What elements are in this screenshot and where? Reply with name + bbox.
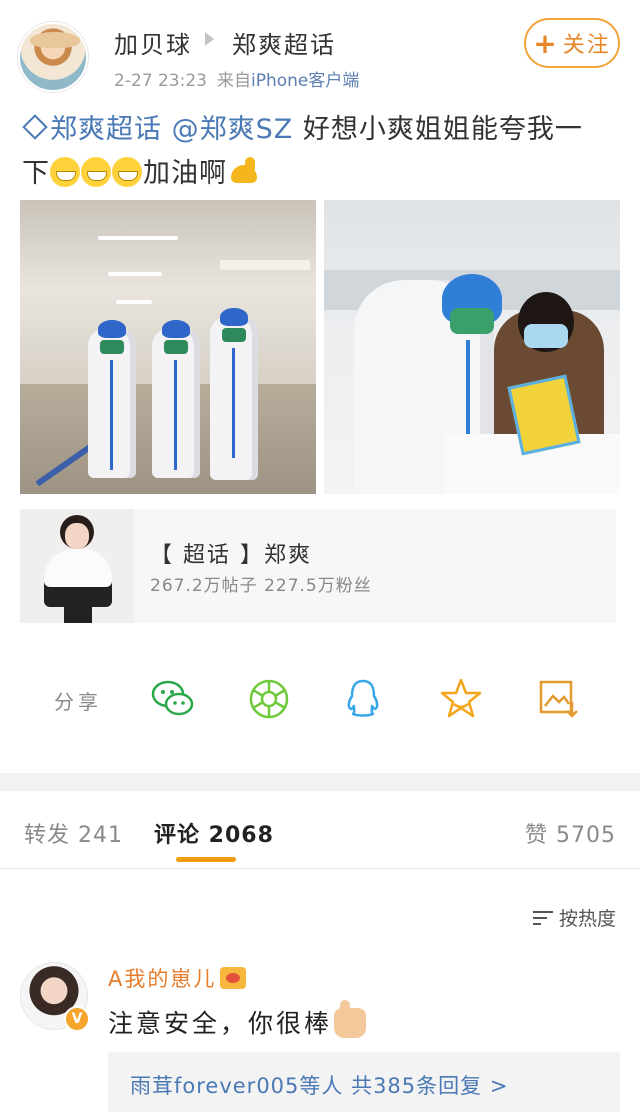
post-body-line1: 好想小爽姐姐能夸我一: [293, 114, 583, 145]
post-source-device: iPhone客户端: [250, 71, 360, 91]
commenter-name-text: A我的崽儿: [108, 967, 217, 991]
post-text: 郑爽超话 @郑爽SZ 好想小爽姐姐能夸我一 下 加油啊: [22, 108, 622, 196]
grin-emoji-icon: [81, 157, 111, 187]
replies-summary-text: 雨茸forever005等人 共385条回复 >: [130, 1074, 509, 1098]
tab-like[interactable]: 赞 5705: [525, 817, 616, 849]
comment-text: 注意安全，你很棒: [108, 1000, 367, 1040]
follow-button[interactable]: + 关注: [524, 18, 620, 68]
topic-card-title: 【 超话 】郑爽: [150, 543, 312, 568]
super-topic-icon: [22, 114, 48, 140]
author-avatar[interactable]: [18, 22, 88, 92]
topic-name[interactable]: 郑爽超话: [232, 25, 336, 60]
sort-by-hot-button[interactable]: 按热度: [532, 904, 616, 931]
fan-crown-badge-icon: [220, 967, 247, 989]
tab-comment[interactable]: 评论 2068: [154, 817, 274, 849]
comment-body: 注意安全，你很棒: [108, 1009, 333, 1038]
post-photo-corridor[interactable]: [20, 200, 316, 494]
interaction-tabs: 转发 241 评论 2068 赞 5705: [0, 791, 640, 869]
sort-icon: [532, 909, 555, 927]
moments-icon[interactable]: [246, 676, 292, 722]
post-body-line2: 下: [22, 158, 50, 189]
arrow-right-icon: [205, 32, 214, 46]
active-tab-indicator: [176, 857, 236, 862]
tab-repost[interactable]: 转发 241: [24, 817, 123, 849]
plus-icon: +: [533, 26, 559, 60]
post-time: 2-27 23:23: [114, 71, 207, 91]
author-name[interactable]: 加贝球: [114, 25, 192, 60]
post-body-tail: 加油啊: [143, 158, 227, 189]
topic-card-stats: 267.2万帖子 227.5万粉丝: [150, 576, 372, 596]
grin-emoji-icon: [50, 157, 80, 187]
flexed-biceps-emoji-icon: [227, 157, 261, 187]
sort-label: 按热度: [558, 908, 616, 930]
share-label: 分享: [54, 690, 102, 714]
super-topic-card[interactable]: 【 超话 】郑爽 267.2万帖子 227.5万粉丝: [20, 509, 616, 623]
save-image-icon[interactable]: [536, 676, 582, 722]
commenter-name[interactable]: A我的崽儿: [108, 963, 247, 993]
wechat-icon[interactable]: [150, 676, 196, 722]
replies-summary[interactable]: 雨茸forever005等人 共385条回复 >: [108, 1052, 620, 1112]
post-header: 加贝球 郑爽超话 2-27 23:23 来自iPhone客户端 + 关注: [0, 0, 640, 100]
post-meta: 2-27 23:23 来自iPhone客户端: [114, 66, 359, 91]
thumbs-up-emoji-icon: [334, 1000, 367, 1038]
verified-badge-icon: V: [64, 1006, 90, 1032]
topic-link[interactable]: 郑爽超话: [50, 114, 162, 145]
grin-emoji-icon: [112, 157, 142, 187]
favorite-star-icon[interactable]: [438, 676, 484, 722]
follow-label: 关注: [562, 33, 611, 58]
post-photo-ward[interactable]: [324, 200, 620, 494]
post-source-prefix: 来自: [216, 71, 251, 91]
topic-thumbnail: [20, 509, 134, 623]
mention-link[interactable]: @郑爽SZ: [172, 114, 294, 145]
qq-icon[interactable]: [340, 676, 386, 722]
section-divider: [0, 773, 640, 791]
